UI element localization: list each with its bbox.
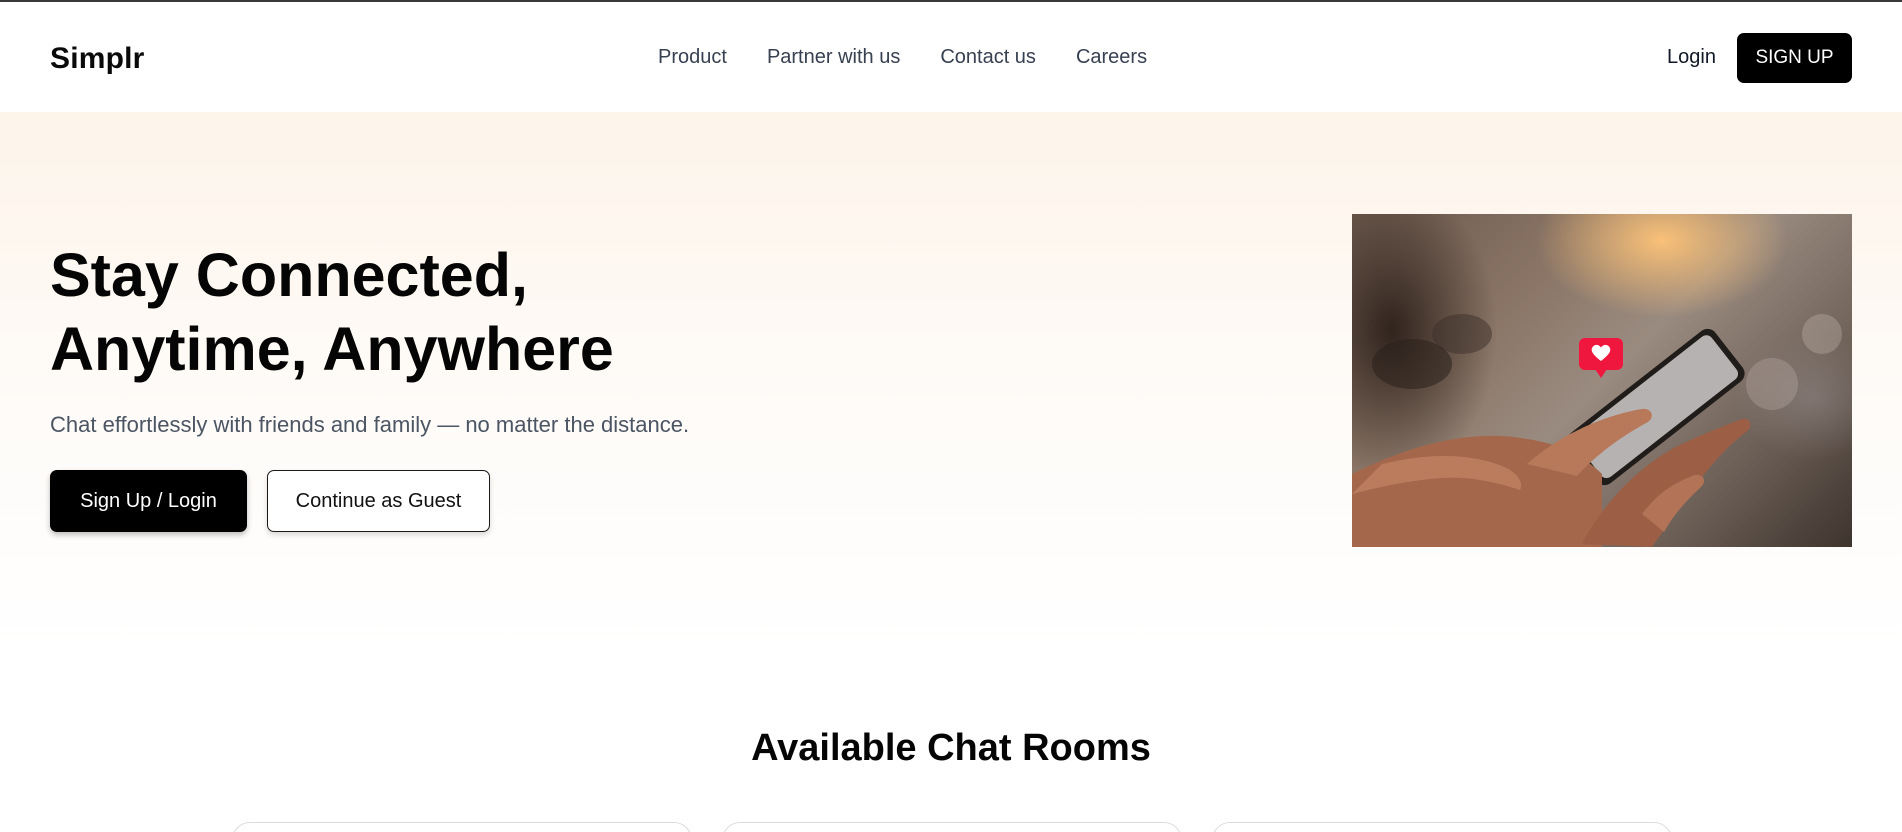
brand-logo[interactable]: Simplr (50, 42, 145, 76)
heart-message-icon (1579, 338, 1623, 378)
hands-holding-phone-illustration (1352, 314, 1842, 547)
hero-title-line-2: Anytime, Anywhere (50, 315, 614, 383)
nav-link-partner[interactable]: Partner with us (767, 46, 900, 69)
chat-rooms-title: Available Chat Rooms (751, 727, 1151, 769)
hero-title: Stay Connected, Anytime, Anywhere (50, 238, 810, 386)
hero-image (1352, 214, 1852, 547)
nav-link-product[interactable]: Product (658, 46, 727, 69)
continue-as-guest-button[interactable]: Continue as Guest (267, 470, 490, 532)
login-link[interactable]: Login (1667, 46, 1716, 69)
chat-room-card[interactable] (232, 822, 692, 832)
chat-room-card[interactable] (722, 822, 1182, 832)
hero-title-line-1: Stay Connected, (50, 241, 528, 309)
hero-section: Stay Connected, Anytime, Anywhere Chat e… (0, 112, 1902, 652)
signup-login-button[interactable]: Sign Up / Login (50, 470, 247, 532)
main-nav: Product Partner with us Contact us Caree… (658, 46, 1147, 69)
chat-room-card[interactable] (1212, 822, 1672, 832)
nav-link-careers[interactable]: Careers (1076, 46, 1147, 69)
top-navigation-bar: Simplr Product Partner with us Contact u… (0, 2, 1902, 112)
nav-link-contact[interactable]: Contact us (940, 46, 1036, 69)
signup-button[interactable]: SIGN UP (1737, 33, 1852, 83)
hero-subtitle: Chat effortlessly with friends and famil… (50, 412, 690, 437)
